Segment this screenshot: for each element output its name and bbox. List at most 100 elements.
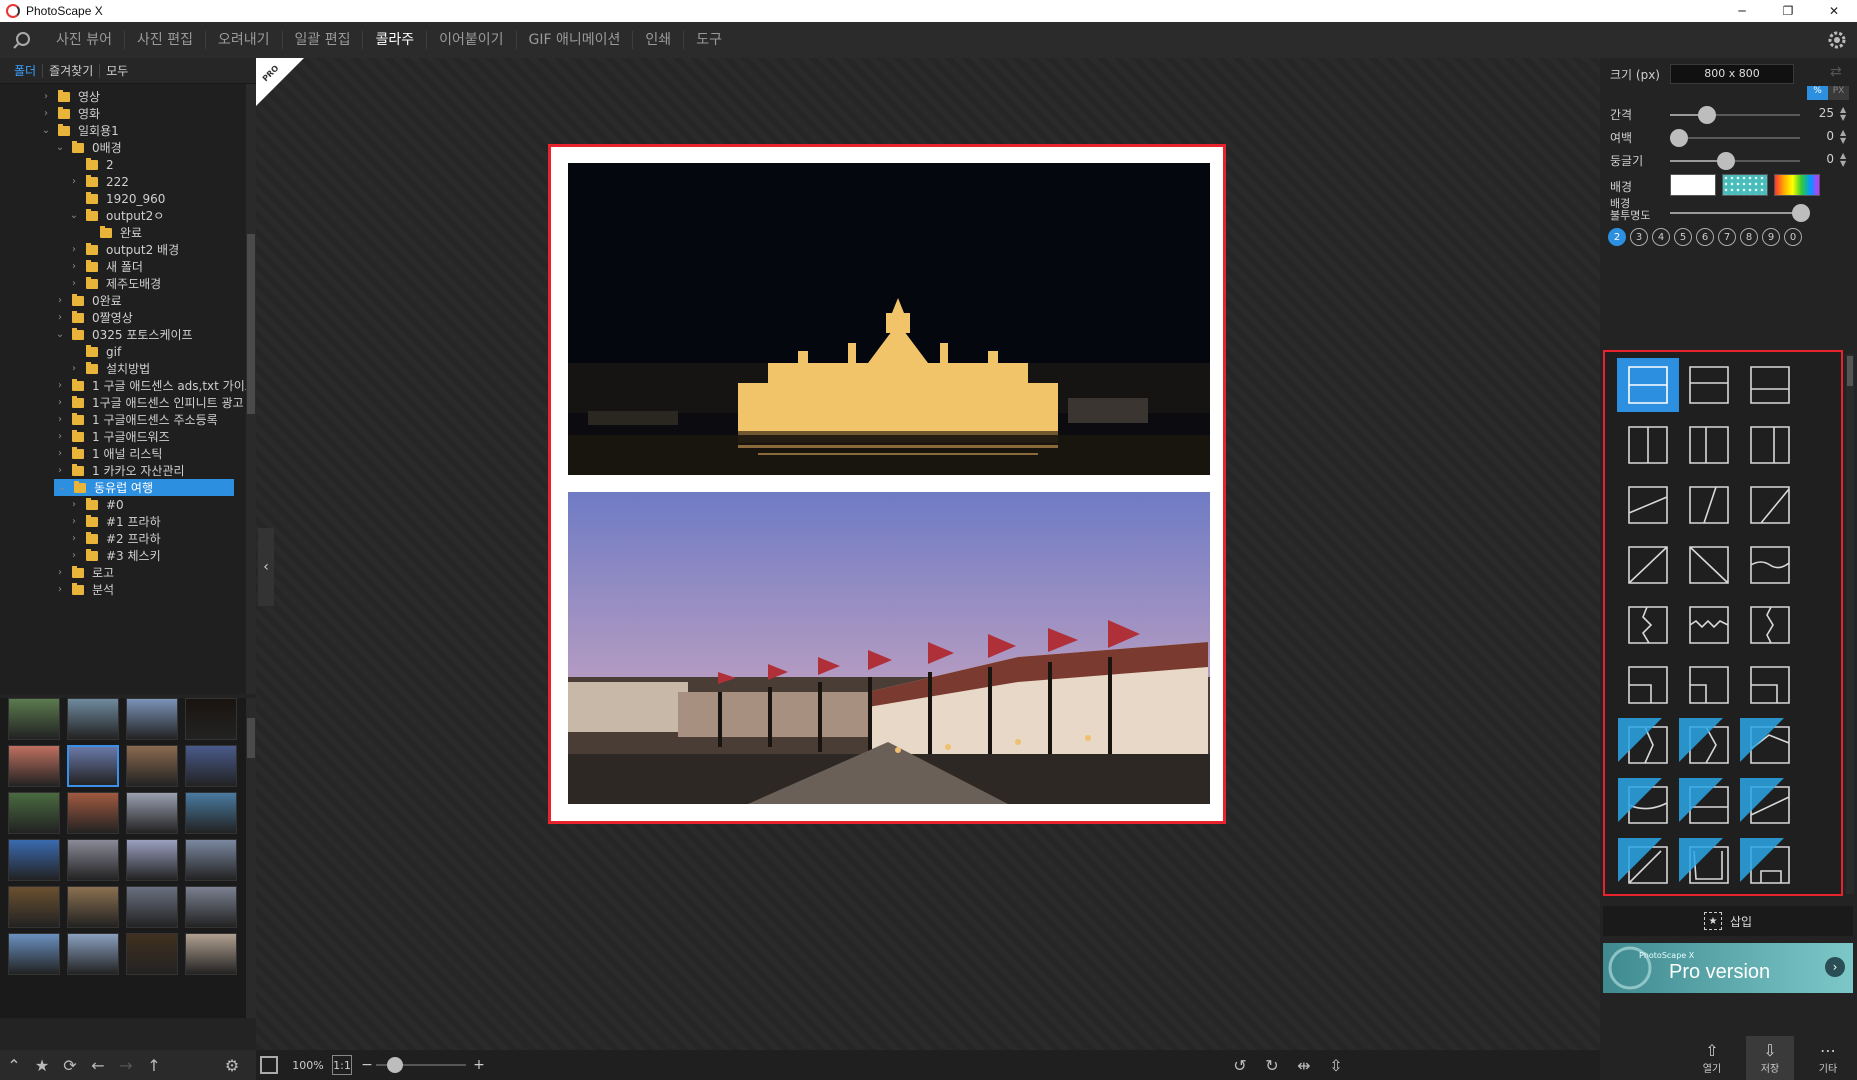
collage-layout-option[interactable] <box>1678 598 1740 652</box>
folder-tree-item[interactable]: › 로고 <box>0 564 114 581</box>
folder-tree-item[interactable]: ⌄ output2ㅇ <box>0 207 164 224</box>
collage-layout-option[interactable] <box>1678 838 1740 892</box>
expand-chevron-icon[interactable]: › <box>54 567 66 578</box>
tab-all[interactable]: 모두 <box>99 63 134 78</box>
roundness-slider-knob[interactable] <box>1717 152 1735 170</box>
collage-layout-option[interactable] <box>1739 598 1801 652</box>
collapse-up-icon[interactable]: ⌃ <box>0 1050 28 1080</box>
folder-tree-item[interactable]: › 0완료 <box>0 292 122 309</box>
zoom-in-button[interactable]: + <box>470 1055 488 1075</box>
thumbnail-image[interactable] <box>126 933 178 975</box>
thumbnail-image[interactable] <box>8 933 60 975</box>
folder-tree-item[interactable]: 완료 <box>0 224 142 241</box>
folder-tree-item[interactable]: › 1 구글애드워즈 <box>0 428 170 445</box>
folder-tree-item[interactable]: › 새 폴더 <box>0 258 143 275</box>
folder-tree-item[interactable]: › #3 체스키 <box>0 547 161 564</box>
view-mode-toggle-icon[interactable] <box>260 1056 278 1074</box>
unit-toggle[interactable]: % PX <box>1807 86 1849 100</box>
more-button[interactable]: ⋯ 기타 <box>1804 1036 1852 1080</box>
expand-chevron-icon[interactable]: › <box>54 380 66 391</box>
collage-layout-option[interactable] <box>1617 478 1679 532</box>
expand-chevron-icon[interactable]: › <box>68 499 80 510</box>
expand-chevron-icon[interactable]: › <box>68 261 80 272</box>
folder-tree-item[interactable]: › #0 <box>0 496 124 513</box>
expand-chevron-icon[interactable]: › <box>68 244 80 255</box>
collage-layout-option[interactable] <box>1678 718 1740 772</box>
folder-tree-item[interactable]: › 1 애널 리스틱 <box>0 445 162 462</box>
browser-settings-gear-icon[interactable]: ⚙ <box>218 1050 246 1080</box>
collage-layout-option[interactable] <box>1617 418 1679 472</box>
refresh-icon[interactable]: ⟳ <box>56 1050 84 1080</box>
collage-photo-budapest-dusk[interactable] <box>568 492 1210 804</box>
collage-layout-option[interactable] <box>1739 478 1801 532</box>
menu-item-5[interactable]: 이어붙이기 <box>426 31 515 49</box>
collage-layout-option[interactable] <box>1617 718 1679 772</box>
margin-spinner-icon[interactable]: ▲ ▼ <box>1840 129 1846 145</box>
folder-tree-item[interactable]: › #2 프라하 <box>0 530 161 547</box>
up-arrow-icon[interactable]: ↑ <box>140 1050 168 1080</box>
photo-count-option[interactable]: 3 <box>1630 228 1648 246</box>
tab-folder[interactable]: 폴더 <box>8 64 42 78</box>
thumbnail-image[interactable] <box>185 792 237 834</box>
thumbnail-image[interactable] <box>185 698 237 740</box>
settings-gear-icon[interactable] <box>1825 28 1849 52</box>
collage-layout-option[interactable] <box>1678 778 1740 832</box>
expand-chevron-icon[interactable]: › <box>54 465 66 476</box>
pro-version-ribbon[interactable]: PRO <box>256 58 304 106</box>
thumbnail-image[interactable] <box>67 839 119 881</box>
photo-count-option[interactable]: 9 <box>1762 228 1780 246</box>
collage-layout-option[interactable] <box>1678 358 1740 412</box>
layout-grid-scrollbar[interactable] <box>1846 354 1854 894</box>
thumbnail-image[interactable] <box>126 886 178 928</box>
thumbnail-image[interactable] <box>8 886 60 928</box>
favorite-star-icon[interactable]: ★ <box>28 1050 56 1080</box>
collage-layout-option[interactable] <box>1678 658 1740 712</box>
thumbnail-image[interactable] <box>126 745 178 787</box>
zoom-out-button[interactable]: − <box>358 1055 376 1075</box>
photo-count-option[interactable]: 7 <box>1718 228 1736 246</box>
thumbnail-image[interactable] <box>67 698 119 740</box>
photo-count-option[interactable]: 6 <box>1696 228 1714 246</box>
opacity-slider-knob[interactable] <box>1792 204 1810 222</box>
folder-tree-item[interactable]: › 영상 <box>0 88 100 105</box>
expand-chevron-icon[interactable]: ⌄ <box>54 329 66 340</box>
expand-chevron-icon[interactable]: › <box>54 584 66 595</box>
flip-horizontal-icon[interactable]: ⇹ <box>1288 1050 1320 1080</box>
menu-item-3[interactable]: 일괄 편집 <box>281 31 363 49</box>
roundness-value[interactable]: 0 <box>1812 152 1834 166</box>
collage-layout-option[interactable] <box>1678 478 1740 532</box>
folder-tree-item[interactable]: › 222 <box>0 173 129 190</box>
thumbnail-image[interactable] <box>126 698 178 740</box>
folder-tree-item[interactable]: › 분석 <box>0 581 114 598</box>
background-color-picker-swatch[interactable] <box>1774 174 1820 196</box>
photo-count-option[interactable]: 0 <box>1784 228 1802 246</box>
expand-chevron-icon[interactable]: ⌄ <box>56 482 68 493</box>
folder-tree-item[interactable]: gif <box>0 343 121 360</box>
folder-tree-item[interactable]: ⌄ 동유럽 여행 <box>54 479 234 496</box>
actual-size-button[interactable]: 1:1 <box>332 1055 352 1075</box>
photo-count-option[interactable]: 4 <box>1652 228 1670 246</box>
zoom-slider[interactable] <box>376 1055 466 1075</box>
expand-chevron-icon[interactable]: › <box>68 278 80 289</box>
expand-chevron-icon[interactable]: › <box>68 550 80 561</box>
folder-tree-item[interactable]: 1920_960 <box>0 190 165 207</box>
expand-chevron-icon[interactable]: › <box>68 516 80 527</box>
rotate-right-icon[interactable]: ↻ <box>1256 1050 1288 1080</box>
collage-layout-option[interactable] <box>1739 718 1801 772</box>
expand-chevron-icon[interactable]: › <box>40 91 52 102</box>
tab-favorites[interactable]: 즐겨찾기 <box>42 63 99 78</box>
collage-layout-option[interactable] <box>1617 358 1679 412</box>
thumbnail-image[interactable] <box>185 745 237 787</box>
photo-count-option[interactable]: 5 <box>1674 228 1692 246</box>
margin-value[interactable]: 0 <box>1812 129 1834 143</box>
unit-px[interactable]: PX <box>1828 86 1849 100</box>
menu-item-0[interactable]: 사진 뷰어 <box>44 31 124 49</box>
folder-tree-item[interactable]: › 1 구글 애드센스 ads,txt 가이드 <box>0 377 246 394</box>
expand-chevron-icon[interactable]: › <box>54 431 66 442</box>
insert-button[interactable]: ★ 삽입 <box>1603 906 1853 936</box>
collage-layout-option[interactable] <box>1678 538 1740 592</box>
zoom-percent[interactable]: 100% <box>288 1055 328 1075</box>
folder-tree-item[interactable]: › 1 구글애드센스 주소등록 <box>0 411 218 428</box>
thumbnail-image[interactable] <box>67 886 119 928</box>
expand-chevron-icon[interactable]: › <box>54 397 66 408</box>
